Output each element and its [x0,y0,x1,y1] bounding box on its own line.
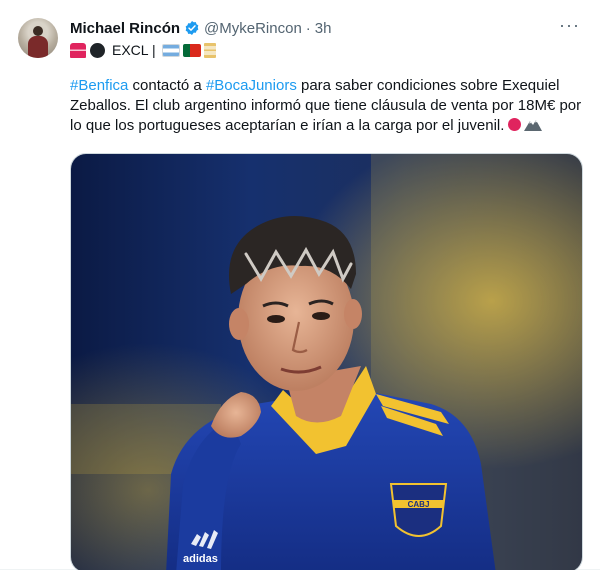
player-photo-illustration: CABJ adidas [71,154,582,570]
author-avatar[interactable] [18,18,58,58]
bomb-icon [90,42,105,58]
tweet-timestamp[interactable]: 3h [315,20,332,37]
avatar-figure-head [33,26,43,36]
tweet-photo[interactable]: CABJ adidas [70,153,583,570]
tweet-header: Michael Rincón @MykeRincon · 3h ··· [70,15,580,39]
hourglass-icon [203,42,216,58]
red-circle-icon [508,118,522,131]
hashtag-bocajuniors[interactable]: #BocaJuniors [206,77,297,94]
more-options-button[interactable]: ··· [559,15,580,36]
kit-brand-text: adidas [183,553,218,565]
header-separator: · [305,19,311,37]
hashtag-benfica[interactable]: #Benfica [70,77,128,94]
tweet-card[interactable]: Michael Rincón @MykeRincon · 3h ··· EXCL… [0,0,600,570]
author-handle[interactable]: @MykeRincon [204,20,302,37]
tweet-text: #Benfica contactó a #BocaJuniors para sa… [70,76,588,136]
author-bio-line: EXCL | [70,40,216,60]
avatar-figure-body [28,36,48,58]
club-badge-text: CABJ [408,500,430,509]
tweet-text-segment: contactó a [128,77,206,94]
mountain-icon [524,120,543,131]
author-name[interactable]: Michael Rincón [70,20,180,37]
flag-argentina-icon [161,43,180,57]
flag-portugal-icon [182,43,201,57]
bio-label: EXCL | [112,42,156,58]
siren-icon [70,42,86,58]
verified-badge-icon [185,21,199,35]
